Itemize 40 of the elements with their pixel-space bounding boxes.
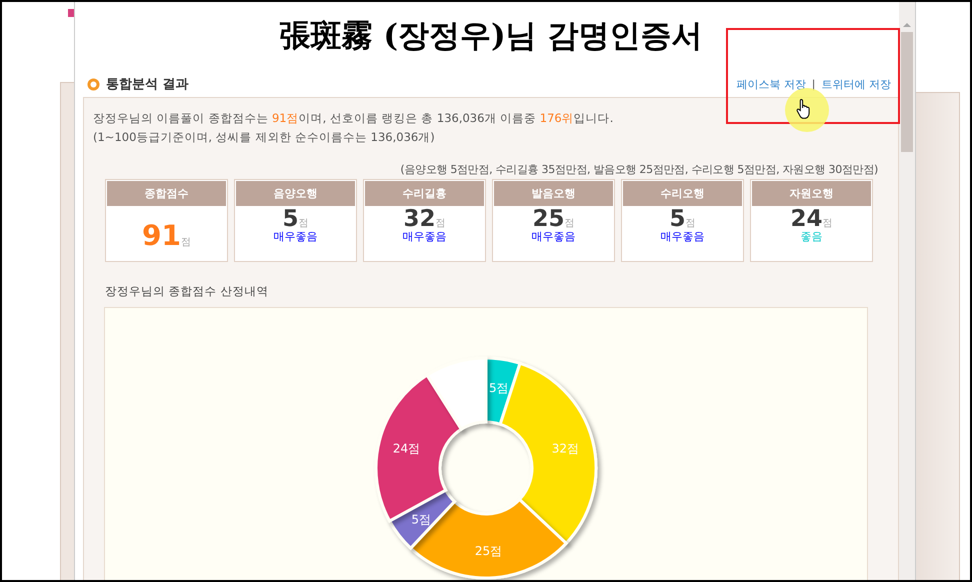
score-value: 32 [403, 206, 436, 232]
card-header: 자원오행 [752, 181, 871, 206]
grade-label: 좋음 [800, 230, 822, 243]
score-value: 91 [142, 219, 181, 252]
score-unit: 점 [180, 237, 191, 248]
summary-note: (1~100등급기준이며, 성씨를 제외한 순수이름수는 136,036개) [93, 129, 436, 146]
card-header: 종합점수 [107, 181, 226, 206]
bullet-icon [87, 78, 100, 90]
section-title: 통합분석 결과 [106, 76, 189, 93]
max-score-note: (음양오행 5점만점, 수리길흉 35점만점, 발음오행 25점만점, 수리오행 5점만점, 자원오행 30점만점) [399, 162, 878, 177]
score-value: 25 [532, 206, 564, 232]
card-header: 음양오행 [236, 181, 355, 206]
certificate-title: 張斑霧 (장정우)님 감명인증서 [278, 17, 704, 56]
slice-label: 5점 [411, 512, 432, 526]
grade-label: 매우좋음 [532, 230, 576, 243]
slice-label: 24점 [392, 442, 420, 456]
score-unit: 점 [436, 218, 446, 229]
score-unit: 점 [822, 218, 832, 229]
link-separator: | [812, 78, 816, 90]
score-value: 5 [669, 206, 686, 232]
slice-label: 5점 [489, 381, 509, 395]
slice-label: 32점 [552, 442, 580, 456]
breakdown-title: 장정우님의 종합점수 산정내역 [105, 284, 270, 299]
twitter-save-link[interactable]: 트위터에 저장 [822, 76, 891, 92]
score-value: 24 [790, 206, 822, 232]
score-unit: 점 [564, 218, 574, 229]
score-unit: 점 [298, 218, 308, 229]
grade-label: 매우좋음 [274, 230, 318, 243]
grade-label: 매우좋음 [660, 230, 704, 243]
facebook-save-link[interactable]: 페이스북 저장 [736, 76, 806, 92]
summary-text: 장정우님의 이름풀이 종합점수는 91점이며, 선호이름 랭킹은 총 136,036개 이름중 176위입니다. [93, 110, 614, 127]
card-header: 수리오행 [623, 181, 742, 206]
score-unit: 점 [686, 218, 696, 229]
scrollbar[interactable] [899, 2, 915, 580]
card-header: 수리길흉 [365, 181, 484, 206]
score-value: 5 [282, 206, 298, 232]
grade-label: 매우좋음 [402, 230, 446, 243]
card-header: 발음오행 [494, 181, 613, 206]
scroll-thumb[interactable] [901, 32, 913, 152]
slice-label: 25점 [474, 544, 502, 558]
